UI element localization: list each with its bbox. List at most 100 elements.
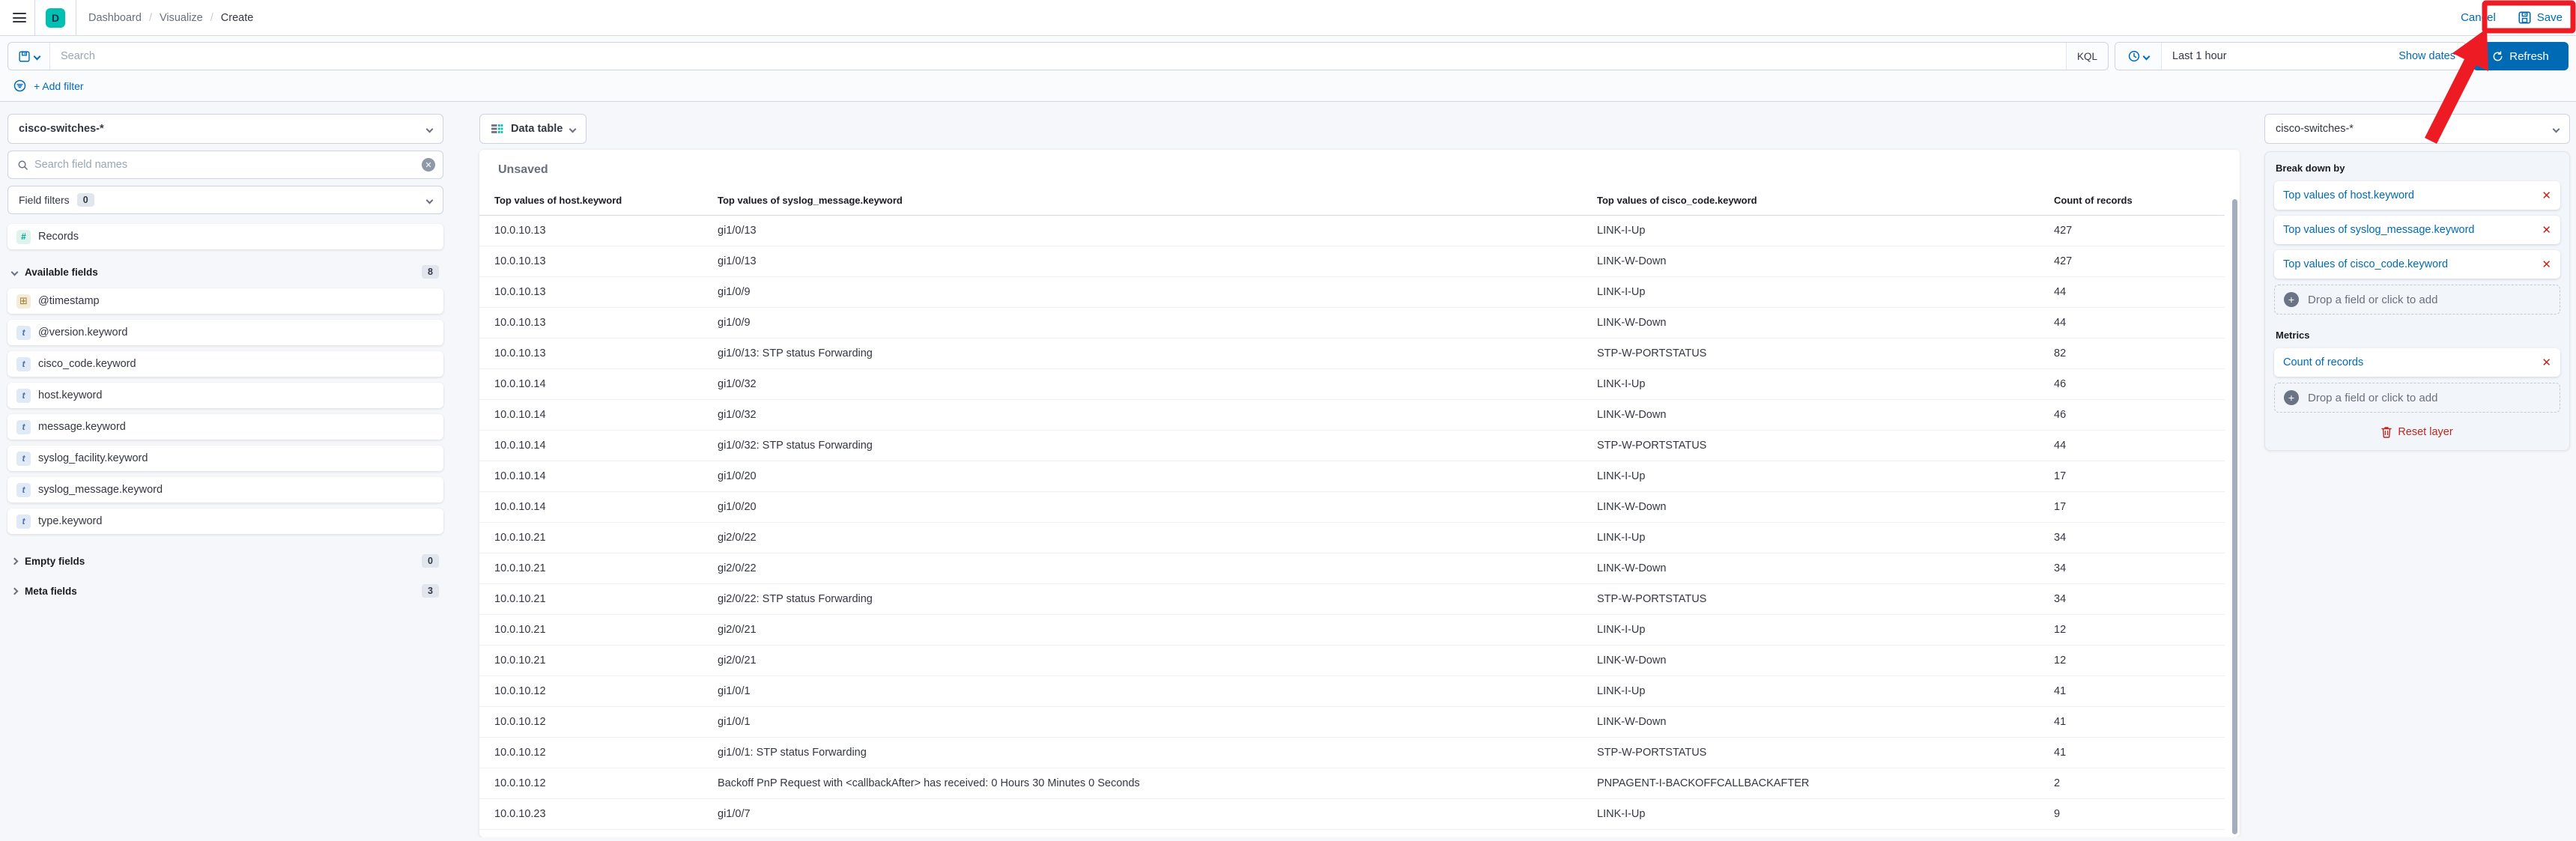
filter-icon xyxy=(13,79,26,92)
table-cell-count: 41 xyxy=(2054,706,2225,738)
table-cell-syslog-message: gi1/0/1 xyxy=(718,675,1597,707)
table-row: 10.0.10.14 gi1/0/20 LINK-I-Up 17 xyxy=(479,461,2225,492)
table-cell-count: 17 xyxy=(2054,461,2225,492)
table-cell-host: 10.0.10.14 xyxy=(479,368,718,400)
table-cell-syslog-message: gi1/0/32: STP status Forwarding xyxy=(718,430,1597,461)
column-header-cisco-code[interactable]: Top values of cisco_code.keyword xyxy=(1597,187,2054,216)
menu-button[interactable] xyxy=(4,0,34,36)
remove-dimension-icon[interactable]: ✕ xyxy=(2534,189,2551,202)
table-cell-cisco-code: LINK-I-Up xyxy=(1597,675,2054,707)
kql-language-button[interactable]: KQL xyxy=(2066,43,2108,70)
table-row: 10.0.10.13 gi1/0/9 LINK-W-Down 44 xyxy=(479,307,2225,338)
field-type-icon xyxy=(16,325,31,340)
field-list-item[interactable]: cisco_code.keyword xyxy=(7,351,443,377)
clear-search-icon[interactable]: ✕ xyxy=(422,158,435,171)
table-scrollbar[interactable] xyxy=(2232,199,2237,834)
available-fields-label: Available fields xyxy=(25,266,98,278)
reset-layer-button[interactable]: Reset layer xyxy=(2274,426,2560,438)
field-name: syslog_facility.keyword xyxy=(38,452,148,464)
field-type-icon xyxy=(16,514,31,529)
layer-index-pattern-select[interactable]: cisco-switches-* xyxy=(2264,114,2570,144)
field-name: host.keyword xyxy=(38,389,103,401)
add-filter-button[interactable]: + Add filter xyxy=(34,80,84,92)
table-cell-count: 44 xyxy=(2054,307,2225,338)
search-query-input[interactable] xyxy=(50,43,2066,70)
table-cell-host: 10.0.10.14 xyxy=(479,491,718,523)
saved-query-menu-button[interactable] xyxy=(8,43,50,70)
field-list-item[interactable]: @timestamp xyxy=(7,288,443,314)
save-button[interactable]: Save xyxy=(2518,11,2563,24)
field-section-toggle[interactable]: Meta fields 3 xyxy=(7,581,443,601)
breadcrumb-dashboard[interactable]: Dashboard xyxy=(88,12,142,24)
chevron-down-icon xyxy=(10,268,19,276)
refresh-icon xyxy=(2493,50,2503,61)
field-list-item[interactable]: @version.keyword xyxy=(7,320,443,345)
available-fields-toggle[interactable]: Available fields 8 xyxy=(7,262,443,282)
table-header-row: Top values of host.keyword Top values of… xyxy=(479,187,2225,216)
saved-query-icon xyxy=(18,50,30,62)
dimension-chip[interactable]: Top values of cisco_code.keyword ✕ xyxy=(2274,250,2560,279)
table-cell-syslog-message: gi1/0/9 xyxy=(718,307,1597,338)
field-search-input[interactable] xyxy=(34,159,416,171)
table-row: 10.0.10.13 gi1/0/9 LINK-I-Up 44 xyxy=(479,276,2225,308)
refresh-button[interactable]: Refresh xyxy=(2473,42,2569,70)
table-cell-count: 41 xyxy=(2054,737,2225,768)
dimension-label: Top values of host.keyword xyxy=(2283,189,2414,201)
field-list-item[interactable]: syslog_message.keyword xyxy=(7,477,443,503)
field-list-item[interactable]: host.keyword xyxy=(7,383,443,408)
dimension-chip[interactable]: Top values of host.keyword ✕ xyxy=(2274,181,2560,210)
field-section-label: Empty fields xyxy=(25,555,85,567)
field-list-item[interactable]: type.keyword xyxy=(7,508,443,534)
drop-zone-label: Drop a field or click to add xyxy=(2308,293,2438,306)
field-list-item[interactable]: message.keyword xyxy=(7,414,443,440)
table-row: 10.0.10.14 gi1/0/32 LINK-I-Up 46 xyxy=(479,368,2225,400)
table-row: 10.0.10.21 gi2/0/21 LINK-W-Down 12 xyxy=(479,645,2225,676)
breadcrumb-visualize[interactable]: Visualize xyxy=(160,12,203,24)
remove-metric-icon[interactable]: ✕ xyxy=(2534,356,2551,369)
records-label: Records xyxy=(38,231,79,243)
breakdown-drop-zone[interactable]: + Drop a field or click to add xyxy=(2274,285,2560,315)
table-row: 10.0.10.21 gi2/0/21 LINK-I-Up 12 xyxy=(479,614,2225,646)
time-picker-quick-menu-button[interactable] xyxy=(2115,43,2162,70)
time-range-value[interactable]: Last 1 hour xyxy=(2162,50,2237,62)
chart-type-switcher[interactable]: Data table xyxy=(479,114,587,144)
chevron-right-icon xyxy=(10,557,19,565)
field-filters-toggle[interactable]: Field filters 0 xyxy=(7,186,443,214)
trash-icon xyxy=(2381,427,2392,438)
search-icon xyxy=(18,160,28,170)
field-type-icon xyxy=(16,294,31,309)
metrics-drop-zone[interactable]: + Drop a field or click to add xyxy=(2274,383,2560,413)
field-list-item[interactable]: syslog_facility.keyword xyxy=(7,446,443,471)
field-section-toggle[interactable]: Empty fields 0 xyxy=(7,551,443,571)
plus-icon: + xyxy=(2284,390,2299,405)
breadcrumb: Dashboard / Visualize / Create xyxy=(76,12,253,24)
records-field-item[interactable]: Records xyxy=(7,224,443,249)
plus-icon: + xyxy=(2284,292,2299,307)
results-table: Top values of host.keyword Top values of… xyxy=(479,187,2225,830)
show-dates-button[interactable]: Show dates xyxy=(2388,50,2466,62)
table-cell-host: 10.0.10.23 xyxy=(479,798,718,830)
chevron-down-icon xyxy=(2142,52,2150,60)
table-cell-cisco-code: LINK-W-Down xyxy=(1597,553,2054,584)
table-cell-count: 41 xyxy=(2054,675,2225,707)
table-cell-cisco-code: STP-W-PORTSTATUS xyxy=(1597,583,2054,615)
table-cell-syslog-message: gi2/0/22: STP status Forwarding xyxy=(718,583,1597,615)
column-header-host[interactable]: Top values of host.keyword xyxy=(479,187,718,216)
refresh-button-label: Refresh xyxy=(2509,49,2549,63)
table-cell-syslog-message: gi2/0/21 xyxy=(718,614,1597,646)
dimension-chip[interactable]: Top values of syslog_message.keyword ✕ xyxy=(2274,216,2560,244)
space-logo[interactable]: D xyxy=(46,7,65,28)
table-cell-count: 34 xyxy=(2054,553,2225,584)
chart-type-label: Data table xyxy=(511,123,563,135)
table-cell-count: 46 xyxy=(2054,399,2225,431)
metric-chip[interactable]: Count of records ✕ xyxy=(2274,348,2560,377)
field-panel: cisco-switches-* ✕ Field filters 0 Recor… xyxy=(7,114,443,837)
column-header-syslog-message[interactable]: Top values of syslog_message.keyword xyxy=(718,187,1597,216)
index-pattern-select[interactable]: cisco-switches-* xyxy=(7,114,443,144)
remove-dimension-icon[interactable]: ✕ xyxy=(2534,258,2551,271)
cancel-button[interactable]: Cancel xyxy=(2461,11,2496,24)
visualization-title: Unsaved xyxy=(498,163,548,176)
remove-dimension-icon[interactable]: ✕ xyxy=(2534,223,2551,237)
column-header-count[interactable]: Count of records xyxy=(2054,187,2225,216)
table-row: 10.0.10.13 gi1/0/13 LINK-W-Down 427 xyxy=(479,246,2225,277)
